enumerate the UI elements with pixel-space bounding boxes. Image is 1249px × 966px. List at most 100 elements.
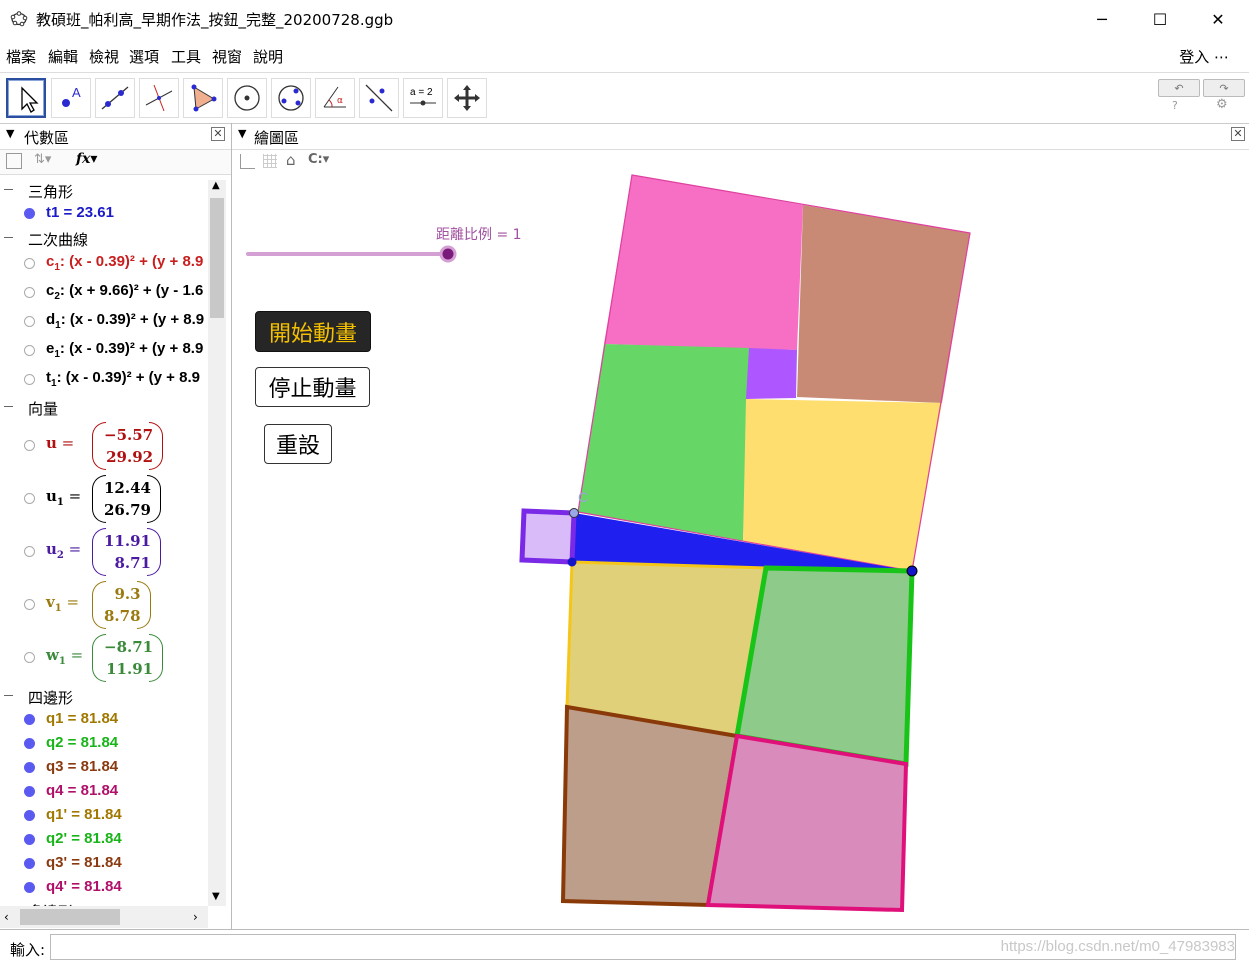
sort-icon[interactable]: ⇅▾	[34, 152, 51, 167]
visibility-toggle[interactable]	[24, 810, 35, 821]
polygon-tool-button[interactable]	[183, 78, 223, 118]
slider-handle[interactable]	[439, 245, 457, 263]
reflect-tool-button[interactable]	[359, 78, 399, 118]
collapse-arrow-icon[interactable]: ▼	[6, 127, 14, 140]
point[interactable]	[906, 565, 918, 577]
visibility-toggle[interactable]	[24, 546, 35, 557]
scroll-up-icon[interactable]: ▲	[212, 180, 220, 191]
visibility-toggle[interactable]	[24, 834, 35, 845]
stop-animation-button[interactable]: 停止動畫	[255, 367, 370, 407]
visibility-toggle[interactable]	[24, 882, 35, 893]
visibility-toggle[interactable]	[24, 652, 35, 663]
angle-tool-button[interactable]: α	[315, 78, 355, 118]
yellow-piece[interactable]	[743, 399, 942, 571]
menu-tools[interactable]: 工具	[171, 46, 201, 67]
vector-row[interactable]: u1 = 12.44 26.79	[44, 475, 174, 523]
visibility-toggle[interactable]	[24, 599, 35, 610]
algebra-row[interactable]: q1' = 81.84	[46, 806, 122, 823]
settings-gear-icon[interactable]: ⚙	[1216, 97, 1228, 112]
algebra-close-icon[interactable]: ✕	[211, 127, 225, 141]
algebra-row[interactable]: q2' = 81.84	[46, 830, 122, 847]
visibility-toggle[interactable]	[24, 786, 35, 797]
quad-q3-prime[interactable]	[560, 704, 740, 908]
minimize-button[interactable]: ─	[1073, 0, 1131, 38]
point-tool-button[interactable]: A	[51, 78, 91, 118]
reset-button[interactable]: 重設	[264, 424, 332, 464]
group-triangle[interactable]: 三角形	[0, 181, 205, 201]
scroll-left-icon[interactable]: ‹	[4, 910, 9, 924]
algebra-row[interactable]: d1: (x - 0.39)² + (y + 8.9	[46, 311, 206, 331]
visibility-toggle[interactable]	[24, 316, 35, 327]
visibility-toggle[interactable]	[24, 858, 35, 869]
slider-tool-button[interactable]: a = 2	[403, 78, 443, 118]
brown-piece[interactable]	[797, 205, 970, 403]
graphics-close-icon[interactable]: ✕	[1231, 127, 1245, 141]
algebra-row[interactable]: q4' = 81.84	[46, 878, 122, 895]
vector-row[interactable]: w1 = −8.71 11.91	[44, 634, 174, 682]
menu-view[interactable]: 檢視	[89, 46, 119, 67]
menu-edit[interactable]: 編輯	[48, 46, 78, 67]
point-c[interactable]	[569, 508, 579, 518]
undo-button[interactable]: ↶	[1158, 79, 1200, 97]
visibility-toggle[interactable]	[24, 374, 35, 385]
algebra-row[interactable]: q1 = 81.84	[46, 710, 118, 727]
line-tool-button[interactable]	[95, 78, 135, 118]
group-conic[interactable]: 二次曲線	[0, 229, 205, 249]
home-icon[interactable]: ⌂	[286, 151, 296, 169]
menu-lines-icon[interactable]	[6, 153, 22, 169]
visibility-toggle[interactable]	[24, 287, 35, 298]
close-button[interactable]: ✕	[1189, 0, 1247, 38]
small-purple-square[interactable]	[519, 508, 577, 565]
visibility-toggle[interactable]	[24, 208, 35, 219]
visibility-toggle[interactable]	[24, 345, 35, 356]
redo-button[interactable]: ↷	[1203, 79, 1245, 97]
algebra-row[interactable]: c2: (x + 9.66)² + (y - 1.6	[46, 282, 206, 302]
move-graphics-tool-button[interactable]	[447, 78, 487, 118]
circle-tool-button[interactable]	[227, 78, 267, 118]
visibility-toggle[interactable]	[24, 258, 35, 269]
visibility-toggle[interactable]	[24, 440, 35, 451]
vector-row[interactable]: u2 = 11.91 8.71	[44, 528, 174, 576]
vector-row[interactable]: u = −5.57 29.92	[44, 422, 174, 470]
collapse-arrow-icon[interactable]: ▼	[238, 127, 246, 140]
menu-help[interactable]: 說明	[253, 46, 283, 67]
algebra-row[interactable]: t1 = 23.61	[46, 204, 114, 221]
pink-piece[interactable]	[604, 175, 803, 350]
algebra-row[interactable]: t1: (x - 0.39)² + (y + 8.9	[46, 369, 206, 389]
visibility-toggle[interactable]	[24, 493, 35, 504]
login-button[interactable]: 登入 ⋯	[1179, 46, 1229, 67]
grid-toggle-icon[interactable]	[263, 154, 277, 168]
perpendicular-tool-button[interactable]	[139, 78, 179, 118]
algebra-row[interactable]: c1: (x - 0.39)² + (y + 8.9	[46, 253, 206, 273]
conic-tool-button[interactable]	[271, 78, 311, 118]
point[interactable]	[567, 557, 577, 567]
scrollbar-thumb[interactable]	[210, 198, 224, 318]
scroll-right-icon[interactable]: ›	[193, 910, 198, 924]
algebra-row[interactable]: q3' = 81.84	[46, 854, 122, 871]
visibility-toggle[interactable]	[24, 738, 35, 749]
axes-toggle-icon[interactable]	[240, 154, 255, 169]
graphics-canvas[interactable]: C 距離比例 = 1	[232, 174, 1249, 929]
scroll-down-icon[interactable]: ▼	[212, 891, 220, 902]
vector-row[interactable]: v1 = 9.3 8.78	[44, 581, 174, 629]
algebra-row[interactable]: q4 = 81.84	[46, 782, 118, 799]
scrollbar-thumb[interactable]	[20, 909, 120, 925]
menu-options[interactable]: 選項	[129, 46, 159, 67]
fx-input-button[interactable]: fx▾	[76, 151, 97, 167]
algebra-row[interactable]: e1: (x - 0.39)² + (y + 8.9	[46, 340, 206, 360]
algebra-row[interactable]: q3 = 81.84	[46, 758, 118, 775]
quad-q4-prime[interactable]	[705, 733, 909, 913]
visibility-toggle[interactable]	[24, 762, 35, 773]
maximize-button[interactable]: ☐	[1131, 0, 1189, 38]
point-capture-icon[interactable]: C:▾	[308, 152, 329, 167]
visibility-toggle[interactable]	[24, 714, 35, 725]
algebra-row[interactable]: q2 = 81.84	[46, 734, 118, 751]
menu-file[interactable]: 檔案	[6, 46, 36, 67]
purple-center-square[interactable]	[746, 348, 797, 399]
group-vector[interactable]: 向量	[0, 398, 205, 418]
move-tool-button[interactable]	[6, 78, 46, 118]
green-piece[interactable]	[578, 344, 750, 541]
help-icon[interactable]: ?	[1172, 99, 1178, 112]
quad-q1-prime[interactable]	[565, 560, 768, 738]
quad-q2-prime[interactable]	[734, 565, 915, 767]
